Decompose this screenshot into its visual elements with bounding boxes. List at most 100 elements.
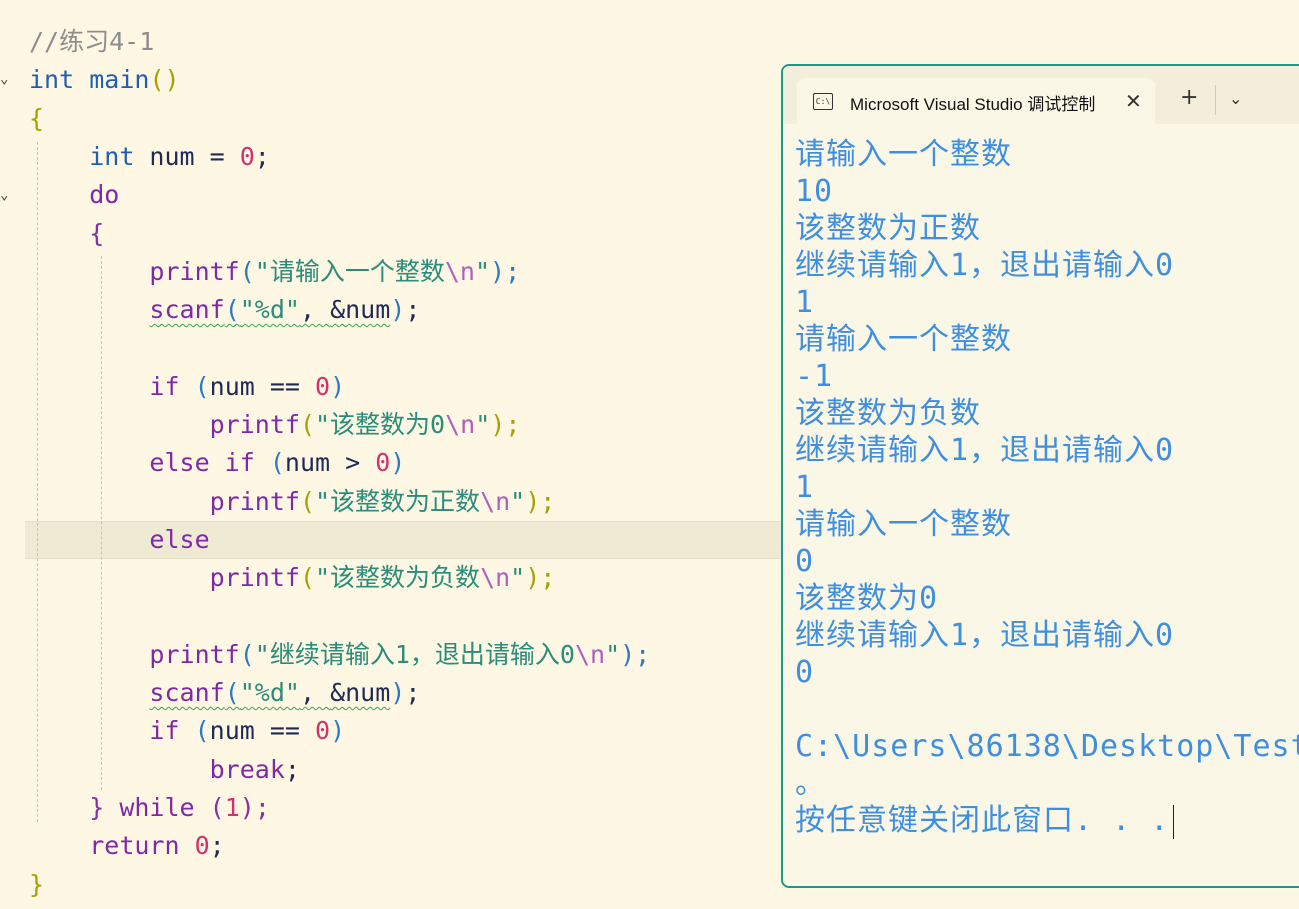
console-output-text: 继续请输入1，退出请输入0: [795, 618, 1175, 653]
console-output-line: 1: [795, 469, 1299, 506]
console-output-line: 继续请输入1，退出请输入0: [795, 247, 1299, 284]
tab-separator: [1215, 85, 1216, 115]
code-token: (: [299, 563, 315, 593]
console-output-text: 请输入一个整数: [795, 322, 1012, 357]
console-output-line: C:\Users\86138\Desktop\Test: [795, 728, 1299, 765]
code-token: num ==: [209, 716, 315, 746]
code-token: "%d": [239, 678, 300, 708]
code-line[interactable]: if (num == 0): [29, 712, 345, 750]
code-token: 1: [224, 793, 240, 822]
code-token: break: [209, 754, 285, 784]
code-token: num >: [284, 448, 376, 478]
console-output-line: 该整数为负数: [795, 395, 1299, 432]
code-line[interactable]: int main(): [29, 61, 180, 99]
fold-marker[interactable]: ⌄: [0, 186, 8, 204]
code-token: 0: [315, 371, 331, 401]
console-output-line: 该整数为正数: [795, 210, 1299, 247]
code-line[interactable]: printf("请输入一个整数\n");: [29, 253, 520, 291]
code-token: ;: [284, 754, 300, 784]
code-token: (: [194, 793, 225, 822]
code-token: (: [299, 486, 315, 516]
console-output[interactable]: 请输入一个整数 10 该整数为正数 继续请输入1，退出请输入0 1 请输入一个整数 -1 该整…: [795, 136, 1299, 839]
code-line[interactable]: {: [29, 215, 104, 253]
console-output-line: 0: [795, 543, 1299, 580]
code-token: int: [89, 141, 135, 171]
code-token: num ==: [209, 371, 315, 401]
code-token: "该整数为正数: [315, 486, 481, 516]
code-token: printf: [209, 563, 300, 593]
console-output-text: 10: [795, 174, 834, 209]
close-icon[interactable]: ✕: [1125, 89, 1142, 113]
code-line[interactable]: else: [29, 521, 209, 559]
code-token: int: [29, 65, 75, 95]
code-line[interactable]: {: [29, 100, 44, 138]
console-output-text: 请输入一个整数: [795, 137, 1012, 172]
chevron-down-icon[interactable]: ⌄: [1229, 89, 1242, 108]
code-token: ;: [254, 141, 270, 171]
code-line[interactable]: printf("继续请输入1，退出请输入0\n");: [29, 636, 650, 674]
console-output-text: 1: [795, 470, 815, 505]
code-token: printf: [209, 486, 300, 516]
code-line[interactable]: else if (num > 0): [29, 444, 405, 482]
code-line[interactable]: }: [29, 866, 44, 904]
console-output-line: 继续请输入1，退出请输入0: [795, 432, 1299, 469]
code-token: \n: [480, 563, 511, 593]
code-token: ;: [209, 831, 225, 861]
code-line[interactable]: printf("该整数为负数\n");: [29, 559, 556, 597]
console-output-text: 继续请输入1，退出请输入0: [795, 433, 1175, 468]
code-line[interactable]: return 0;: [29, 827, 225, 865]
code-token: "继续请输入1，退出请输入0: [254, 639, 575, 669]
code-token: ): [390, 448, 406, 478]
code-line[interactable]: int num = 0;: [29, 138, 270, 176]
code-token: printf: [149, 256, 240, 286]
code-line[interactable]: if (num == 0): [29, 368, 345, 406]
code-token: (: [254, 448, 285, 478]
code-token: );: [490, 256, 521, 286]
code-token: ): [330, 371, 346, 401]
console-tab[interactable]: C:\ Microsoft Visual Studio 调试控制台 ✕: [797, 78, 1155, 126]
console-output-text: 该整数为负数: [795, 396, 981, 431]
code-line[interactable]: printf("该整数为正数\n");: [29, 483, 556, 521]
console-output-line: 1: [795, 284, 1299, 321]
console-titlebar[interactable]: C:\ Microsoft Visual Studio 调试控制台 ✕ + ⌄: [783, 66, 1299, 126]
code-line[interactable]: printf("该整数为0\n");: [29, 406, 521, 444]
fold-marker[interactable]: ⌄: [0, 70, 8, 88]
code-line[interactable]: } while (1);: [29, 789, 270, 827]
debug-console-window[interactable]: C:\ Microsoft Visual Studio 调试控制台 ✕ + ⌄ …: [781, 64, 1299, 888]
code-token: ;: [405, 295, 421, 325]
code-token: (: [179, 371, 210, 401]
code-token: if: [149, 716, 180, 746]
code-token: \n: [444, 256, 475, 286]
code-token: ": [474, 256, 491, 286]
code-token: 0: [375, 448, 391, 478]
console-output-text: 请输入一个整数: [795, 507, 1012, 542]
console-output-line: -1: [795, 358, 1299, 395]
console-output-line: 请输入一个整数: [795, 506, 1299, 543]
text-cursor: [1173, 804, 1175, 839]
code-line[interactable]: //练习4-1: [29, 23, 154, 61]
new-tab-button[interactable]: +: [1180, 87, 1198, 109]
code-token: ): [390, 295, 406, 325]
code-line[interactable]: scanf("%d", &num);: [29, 674, 420, 712]
code-line[interactable]: scanf("%d", &num);: [29, 291, 420, 329]
code-token: &num: [330, 678, 391, 708]
code-line[interactable]: do: [29, 176, 119, 214]
console-output-line: 10: [795, 173, 1299, 210]
code-token: "该整数为0: [315, 410, 446, 439]
code-token: &num: [330, 295, 391, 325]
console-output-text: -1: [795, 359, 834, 394]
console-output-line: 该整数为0: [795, 580, 1299, 617]
code-token: while: [104, 793, 195, 822]
code-token: "%d": [239, 295, 300, 325]
console-output-line: 继续请输入1，退出请输入0: [795, 617, 1299, 654]
code-line[interactable]: break;: [29, 751, 300, 789]
